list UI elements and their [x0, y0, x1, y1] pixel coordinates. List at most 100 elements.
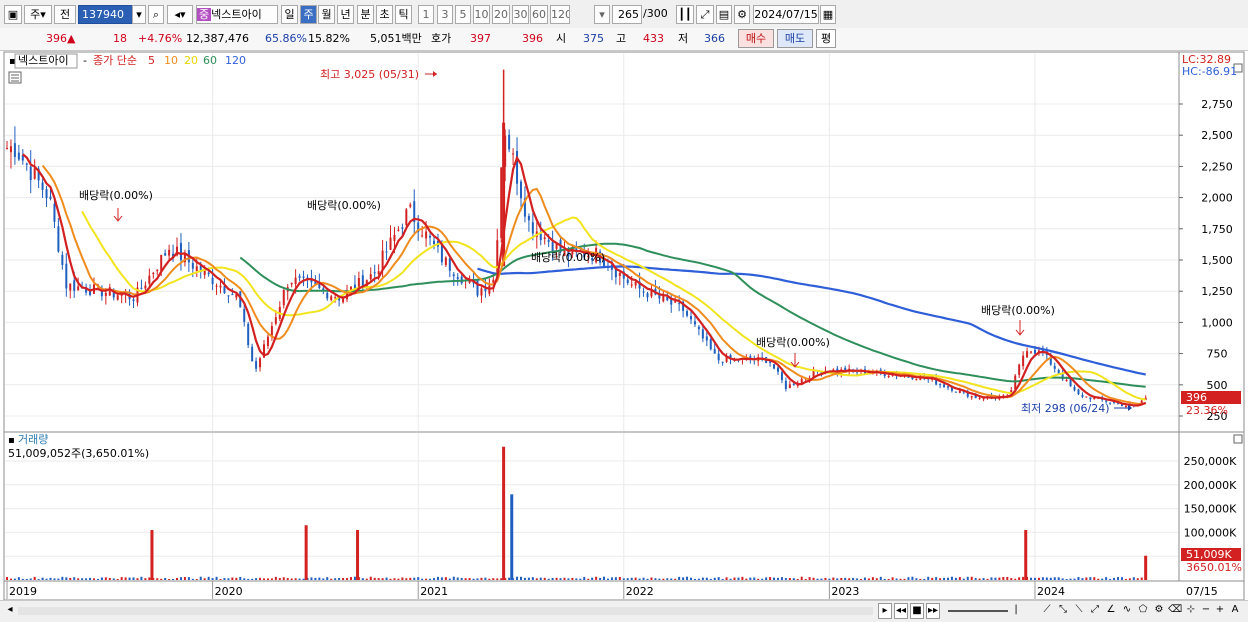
volume-bar-20: [85, 578, 88, 580]
candle-type-icon[interactable]: ┃┃: [676, 5, 694, 24]
legend-ma10: 10: [164, 54, 178, 67]
gear-icon[interactable]: ⚙: [734, 5, 750, 24]
interval-tab-2[interactable]: 5: [455, 5, 471, 24]
volume-bar-265: [1053, 577, 1056, 580]
candle-body-246: [978, 397, 981, 399]
interval-tab-0[interactable]: 1: [418, 5, 434, 24]
market-select[interactable]: 주▾: [24, 5, 52, 24]
zoom-out-icon[interactable]: −: [1200, 603, 1212, 619]
draw-tool-icon[interactable]: ⤢: [696, 5, 714, 24]
interval-tab-4[interactable]: 20: [492, 5, 510, 24]
text-tool-icon[interactable]: A: [1228, 603, 1242, 619]
volume-bar-236: [939, 578, 942, 580]
volume-bar-145: [579, 578, 582, 580]
speaker-icon[interactable]: ◂▾: [167, 5, 193, 24]
candle-body-66: [266, 336, 269, 346]
volume-bar-189: [753, 577, 756, 580]
candle-body-100: [401, 227, 404, 229]
interval-tab-6[interactable]: 60: [530, 5, 548, 24]
interval-tab-7[interactable]: 120: [550, 5, 570, 24]
wave-tool-icon[interactable]: ∿: [1120, 603, 1134, 619]
volume-bar-16: [69, 577, 72, 580]
evaluate-button[interactable]: 평: [816, 29, 836, 48]
zoom-slider[interactable]: [948, 610, 1008, 612]
bar-count-input[interactable]: 265: [612, 5, 642, 24]
scrollbar-track[interactable]: [18, 607, 873, 615]
candle-body-255: [1014, 375, 1017, 390]
candle-body-60: [243, 308, 246, 322]
volume-bar-135: [539, 577, 542, 580]
next-icon[interactable]: ▸: [878, 603, 892, 619]
volume-close-icon[interactable]: [1233, 434, 1243, 444]
prev-button[interactable]: 전: [54, 5, 76, 24]
volume-bar-35: [144, 578, 147, 580]
volume-bar-72: [290, 578, 293, 580]
candle-body-0: [6, 147, 8, 149]
volume-bar-272: [1081, 578, 1084, 580]
volume-bar-156: [622, 578, 625, 580]
volume-bar-6: [29, 578, 32, 580]
shape-tool-icon[interactable]: ⬠: [1136, 603, 1150, 619]
fast-forward-icon[interactable]: ▸▸: [926, 603, 940, 619]
period-tab-0[interactable]: 일: [281, 5, 298, 24]
volume-bar-124: [496, 578, 499, 580]
interval-dropdown-icon[interactable]: ▾: [594, 5, 610, 24]
rewind-icon[interactable]: ◂◂: [894, 603, 908, 619]
volume-bar-108: [433, 578, 436, 580]
stock-name-field[interactable]: 중 넥스트아이: [196, 5, 278, 24]
sell-button[interactable]: 매도: [777, 29, 813, 48]
buy-button[interactable]: 매수: [738, 29, 774, 48]
candle-body-48: [195, 266, 198, 272]
candle-body-271: [1077, 389, 1080, 395]
volume-bar-15: [65, 577, 68, 580]
calendar-icon[interactable]: ▦: [820, 5, 836, 24]
candle-body-120: [480, 288, 483, 296]
candle-body-177: [705, 336, 708, 341]
candle-body-274: [1089, 397, 1092, 400]
period-tab-6[interactable]: 틱: [395, 5, 412, 24]
search-icon[interactable]: ⌕: [148, 5, 164, 24]
period-tab-4[interactable]: 분: [357, 5, 374, 24]
save-icon[interactable]: ▤: [716, 5, 732, 24]
volume-bar-73: [294, 578, 297, 580]
interval-tab-5[interactable]: 30: [512, 5, 529, 24]
settings-tool-icon[interactable]: ⚙: [1152, 603, 1166, 619]
candle-body-41: [168, 249, 171, 256]
window-menu-icon[interactable]: ▣: [4, 5, 22, 24]
volume-bar-157: [626, 578, 629, 580]
volume-bar-171: [682, 577, 685, 580]
angle-tool-icon[interactable]: ∠: [1104, 603, 1118, 619]
trend-tool-icon[interactable]: ⤡: [1056, 603, 1070, 619]
period-tab-1[interactable]: 주: [300, 5, 317, 24]
period-tab-5[interactable]: 초: [376, 5, 393, 24]
stock-chart[interactable]: 2,750 2,500 2,250 2,000 1,750 1,500 1,250 1,000…: [0, 50, 1248, 600]
zoom-in-icon[interactable]: +: [1214, 603, 1226, 619]
period-tab-2[interactable]: 월: [318, 5, 335, 24]
line-tool-icon[interactable]: ⟋: [1040, 603, 1054, 619]
volume-bar-62: [251, 578, 254, 580]
interval-tab-1[interactable]: 3: [437, 5, 453, 24]
crosshair-icon[interactable]: ⊹: [1184, 603, 1198, 619]
candle-body-230: [915, 379, 918, 381]
eraser-tool-icon[interactable]: ⌫: [1168, 603, 1182, 619]
volume-bar-74: [298, 578, 301, 580]
period-tab-3[interactable]: 년: [337, 5, 354, 24]
fib-tool-icon[interactable]: ⟍: [1072, 603, 1086, 619]
volume-bar-238: [946, 577, 949, 580]
candle-body-72: [290, 282, 293, 285]
scroll-left-icon[interactable]: ◂: [4, 603, 16, 619]
stop-icon[interactable]: ■: [910, 603, 924, 619]
volume-bar-154: [614, 577, 617, 580]
code-dropdown-icon[interactable]: ▾: [132, 5, 146, 24]
dividend-label-1: 배당락(0.00%): [79, 189, 153, 202]
date-input[interactable]: 2024/07/15: [753, 5, 819, 24]
volume-bar-167: [666, 578, 669, 580]
candle-body-127: [508, 134, 511, 150]
interval-tab-3[interactable]: 10: [473, 5, 490, 24]
price-tick-label-4: 1,750: [1201, 223, 1233, 236]
candle-body-70: [282, 290, 285, 306]
volume-bar-53: [215, 576, 218, 580]
stock-code-input[interactable]: 137940: [78, 5, 138, 24]
channel-tool-icon[interactable]: ⤢: [1088, 603, 1102, 619]
volume-bar-50: [203, 578, 206, 580]
